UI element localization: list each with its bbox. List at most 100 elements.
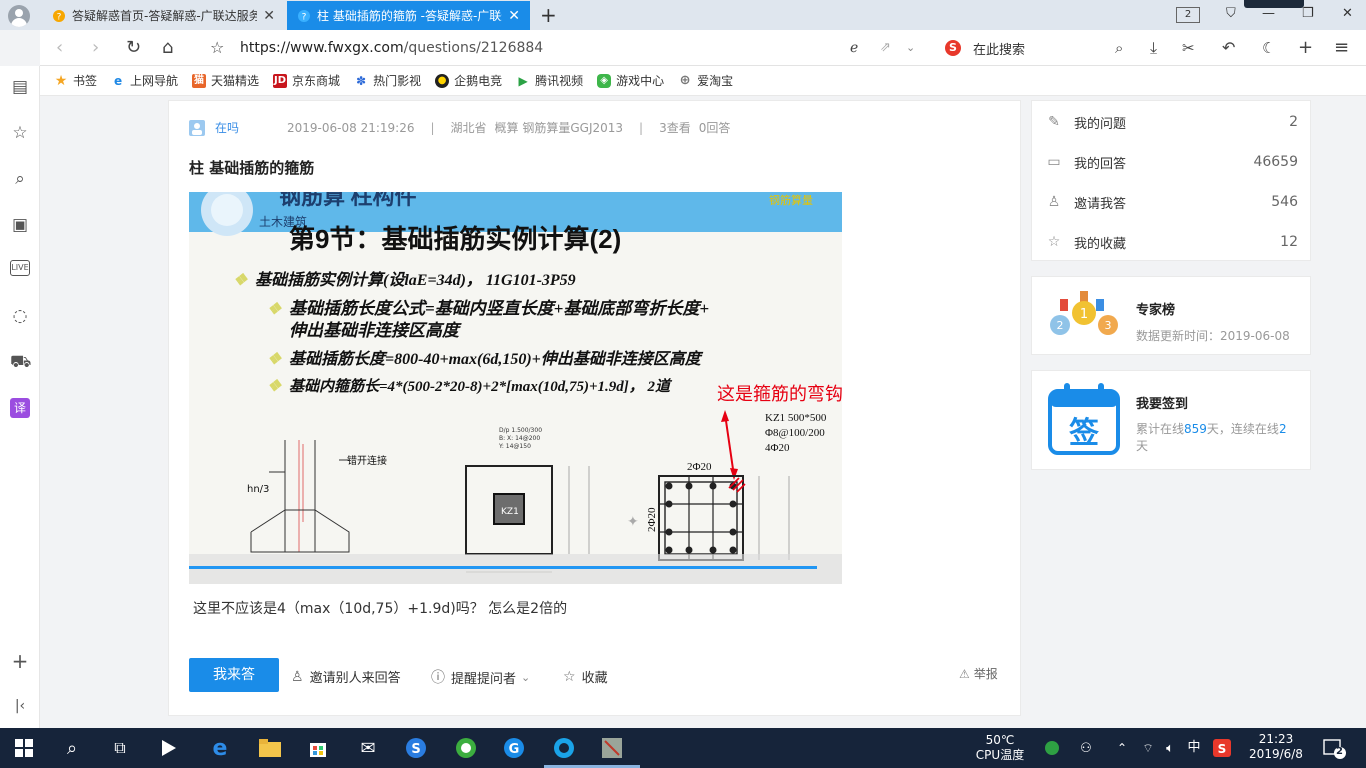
mail-icon[interactable]: ✉ bbox=[356, 736, 380, 760]
tab-label: 答疑解惑首页-答疑解惑-广联达服务新 bbox=[72, 9, 258, 23]
volume-icon[interactable]: 🔈︎ bbox=[1158, 736, 1182, 760]
undo-icon[interactable]: ↶ bbox=[1222, 38, 1235, 58]
slide-annotation: 这是箍筋的弯钩平直长度 bbox=[717, 384, 842, 404]
glodon-icon[interactable]: G bbox=[502, 736, 526, 760]
network-icon[interactable]: ⌔ bbox=[1136, 736, 1160, 760]
slide-line-2: 基础插筋长度公式=基础内竖直长度+基础底部弯折长度+ bbox=[289, 299, 709, 318]
add-icon[interactable]: + bbox=[1298, 38, 1313, 58]
tab-count-button[interactable]: 2 bbox=[1176, 7, 1200, 23]
cart-icon[interactable]: ⛟ bbox=[10, 352, 31, 372]
restore-icon[interactable]: ❐ bbox=[1302, 6, 1314, 21]
refresh-icon[interactable]: ↻ bbox=[126, 38, 141, 58]
scissors-icon[interactable]: ✂ bbox=[1182, 38, 1195, 58]
clock[interactable]: 21:23 2019/6/8 bbox=[1240, 732, 1312, 762]
ie-mode-icon[interactable]: ℯ bbox=[850, 38, 858, 58]
stat-invited[interactable]: ♙ 邀请我答 546 bbox=[1046, 190, 1298, 214]
bookmark-item[interactable]: ▶ 腾讯视频 bbox=[516, 72, 583, 89]
question-datetime: 2019-06-08 21:19:26 bbox=[287, 120, 415, 135]
app-icon[interactable] bbox=[156, 736, 180, 760]
answer-button[interactable]: 我来答 bbox=[189, 658, 279, 692]
back-icon[interactable]: ‹ bbox=[56, 38, 63, 58]
minimize-icon[interactable]: — bbox=[1262, 6, 1275, 21]
file-explorer-icon[interactable] bbox=[258, 736, 282, 760]
stat-favorites[interactable]: ☆ 我的收藏 12 bbox=[1046, 230, 1298, 254]
reader-icon[interactable]: ▤ bbox=[10, 77, 30, 97]
profile-avatar[interactable] bbox=[8, 5, 30, 27]
stat-my-questions[interactable]: ✎ 我的问题 2 bbox=[1046, 110, 1298, 134]
bookmark-item[interactable]: ★ 书签 bbox=[54, 72, 97, 89]
favorites-icon[interactable]: ☆ bbox=[10, 123, 30, 143]
bookmark-star-icon[interactable]: ☆ bbox=[210, 38, 224, 58]
new-tab-button[interactable]: + bbox=[540, 4, 557, 26]
my-stats-card: ✎ 我的问题 2 ▭ 我的回答 46659 ♙ 邀请我答 546 ☆ 我的收藏 … bbox=[1031, 100, 1311, 261]
app-green-icon[interactable] bbox=[454, 736, 478, 760]
translate-icon[interactable]: 译 bbox=[10, 398, 30, 418]
question-doc-icon: ✎ bbox=[1048, 114, 1060, 130]
search-input[interactable]: 在此搜索 bbox=[973, 39, 1025, 58]
bookmark-item[interactable]: ⊕ 爱淘宝 bbox=[678, 72, 733, 89]
tab-questions-home[interactable]: ? 答疑解惑首页-答疑解惑-广联达服务新 ✕ bbox=[42, 1, 285, 30]
tray-chevron-up-icon[interactable]: ⌃ bbox=[1110, 736, 1134, 760]
question-image[interactable]: 钢筋算 柱构件 土木建筑 钢筋算量 第9节：基础插筋实例计算(2) ❖ 基础插筋… bbox=[189, 192, 842, 584]
tab-favicon-icon: ? bbox=[53, 9, 65, 22]
signin-card[interactable]: 签 我要签到 累计在线859天，连续在线2天 bbox=[1031, 370, 1311, 470]
chevron-down-icon[interactable]: ⌄ bbox=[906, 38, 915, 58]
chat-icon[interactable]: ◌ bbox=[10, 306, 30, 326]
svg-text:❖: ❖ bbox=[267, 378, 282, 395]
bookmark-item[interactable]: ● 企鹅电竞 bbox=[435, 72, 502, 89]
search-icon[interactable]: ⌕ bbox=[60, 736, 84, 760]
stat-my-answers[interactable]: ▭ 我的回答 46659 bbox=[1046, 150, 1298, 174]
store-icon[interactable] bbox=[306, 736, 330, 760]
qbrowser-icon[interactable] bbox=[552, 736, 576, 760]
video-icon[interactable]: ▣ bbox=[10, 215, 30, 235]
expert-ranking-card[interactable]: 2 1 3 专家榜 数据更新时间：2019-06-08 bbox=[1031, 276, 1311, 355]
windows-taskbar: ⌕ ⧉ e ✉ S G 50℃ CPU温度 ⚇ ⌃ ⌔ 🔈︎ 中 S 21:23… bbox=[0, 728, 1366, 768]
slide-line-5: 基础内箍筋长=4*(500-2*20-8)+2*[max(10d,75)+1.9… bbox=[289, 377, 673, 395]
svg-text:D/p 1.500/300: D/p 1.500/300 bbox=[499, 427, 542, 434]
medals-icon: 2 1 3 bbox=[1050, 291, 1118, 335]
bookmark-item[interactable]: JD 京东商城 bbox=[273, 72, 340, 89]
report-button[interactable]: ⚠ 举报 bbox=[959, 665, 998, 682]
people-icon[interactable]: ⚇ bbox=[1074, 736, 1098, 760]
sogou-browser-icon[interactable]: S bbox=[404, 736, 428, 760]
search-icon[interactable]: ⌕ bbox=[10, 169, 30, 189]
collapse-sidebar-icon[interactable]: |‹ bbox=[10, 696, 30, 716]
bookmark-item[interactable]: 猫天猫精选 bbox=[192, 72, 259, 89]
bookmark-item[interactable]: ✽ 热门影视 bbox=[354, 72, 421, 89]
task-view-icon[interactable]: ⧉ bbox=[108, 736, 132, 760]
app-image-icon[interactable] bbox=[600, 736, 624, 760]
shirt-icon[interactable]: ⛉ bbox=[1226, 6, 1236, 21]
close-icon[interactable]: ✕ bbox=[263, 8, 275, 24]
question-body: 这里不应该是4（max（10d,75）+1.9d)吗？ 怎么是2倍的 bbox=[193, 601, 568, 617]
home-icon[interactable]: ⌂ bbox=[162, 38, 173, 58]
url-field[interactable]: https://www.fwxgx.com/questions/2126884 bbox=[240, 40, 543, 56]
invite-answer-button[interactable]: ♙ 邀请别人来回答 bbox=[291, 667, 401, 687]
menu-icon[interactable]: ≡ bbox=[1334, 38, 1349, 58]
bookmark-item[interactable]: ◈ 游戏中心 bbox=[597, 72, 664, 89]
ime-indicator[interactable]: 中 bbox=[1184, 740, 1204, 755]
forward-icon[interactable]: › bbox=[92, 38, 99, 58]
tab-current-question[interactable]: ? 柱 基础插筋的箍筋 -答疑解惑-广联达 ✕ bbox=[287, 1, 530, 30]
bookmark-item[interactable]: e 上网导航 bbox=[111, 72, 178, 89]
tray-green-icon[interactable] bbox=[1040, 736, 1064, 760]
notification-center-icon[interactable]: 2 bbox=[1322, 736, 1346, 760]
close-window-icon[interactable]: ✕ bbox=[1342, 6, 1353, 21]
windows-start-icon[interactable] bbox=[12, 736, 36, 760]
live-icon[interactable]: LIVE bbox=[10, 260, 30, 276]
add-icon[interactable]: + bbox=[10, 651, 30, 671]
cpu-temp[interactable]: 50℃ CPU温度 bbox=[972, 733, 1028, 763]
question-user[interactable]: 在吗 bbox=[215, 119, 239, 136]
download-icon[interactable]: ⤓ bbox=[1150, 38, 1157, 58]
night-mode-icon[interactable]: ☾ bbox=[1262, 38, 1275, 58]
tmall-icon: 猫 bbox=[192, 73, 207, 88]
search-box[interactable]: S 在此搜索 bbox=[945, 36, 1135, 60]
edge-icon[interactable]: e bbox=[208, 736, 232, 761]
favorite-button[interactable]: ☆ 收藏 bbox=[563, 667, 608, 687]
star-icon: ★ bbox=[54, 72, 68, 89]
search-icon[interactable]: ⌕ bbox=[1115, 38, 1123, 58]
remind-asker-button[interactable]: ⓘ 提醒提问者 ⌄ bbox=[431, 667, 530, 687]
close-icon[interactable]: ✕ bbox=[508, 8, 520, 24]
slide-line-4: 基础插筋长度=800-40+max(6d,150)+伸出基础非连接区高度 bbox=[289, 350, 704, 368]
share-icon[interactable]: ⇗ bbox=[880, 38, 891, 58]
sogou-ime-icon[interactable]: S bbox=[1210, 736, 1234, 760]
